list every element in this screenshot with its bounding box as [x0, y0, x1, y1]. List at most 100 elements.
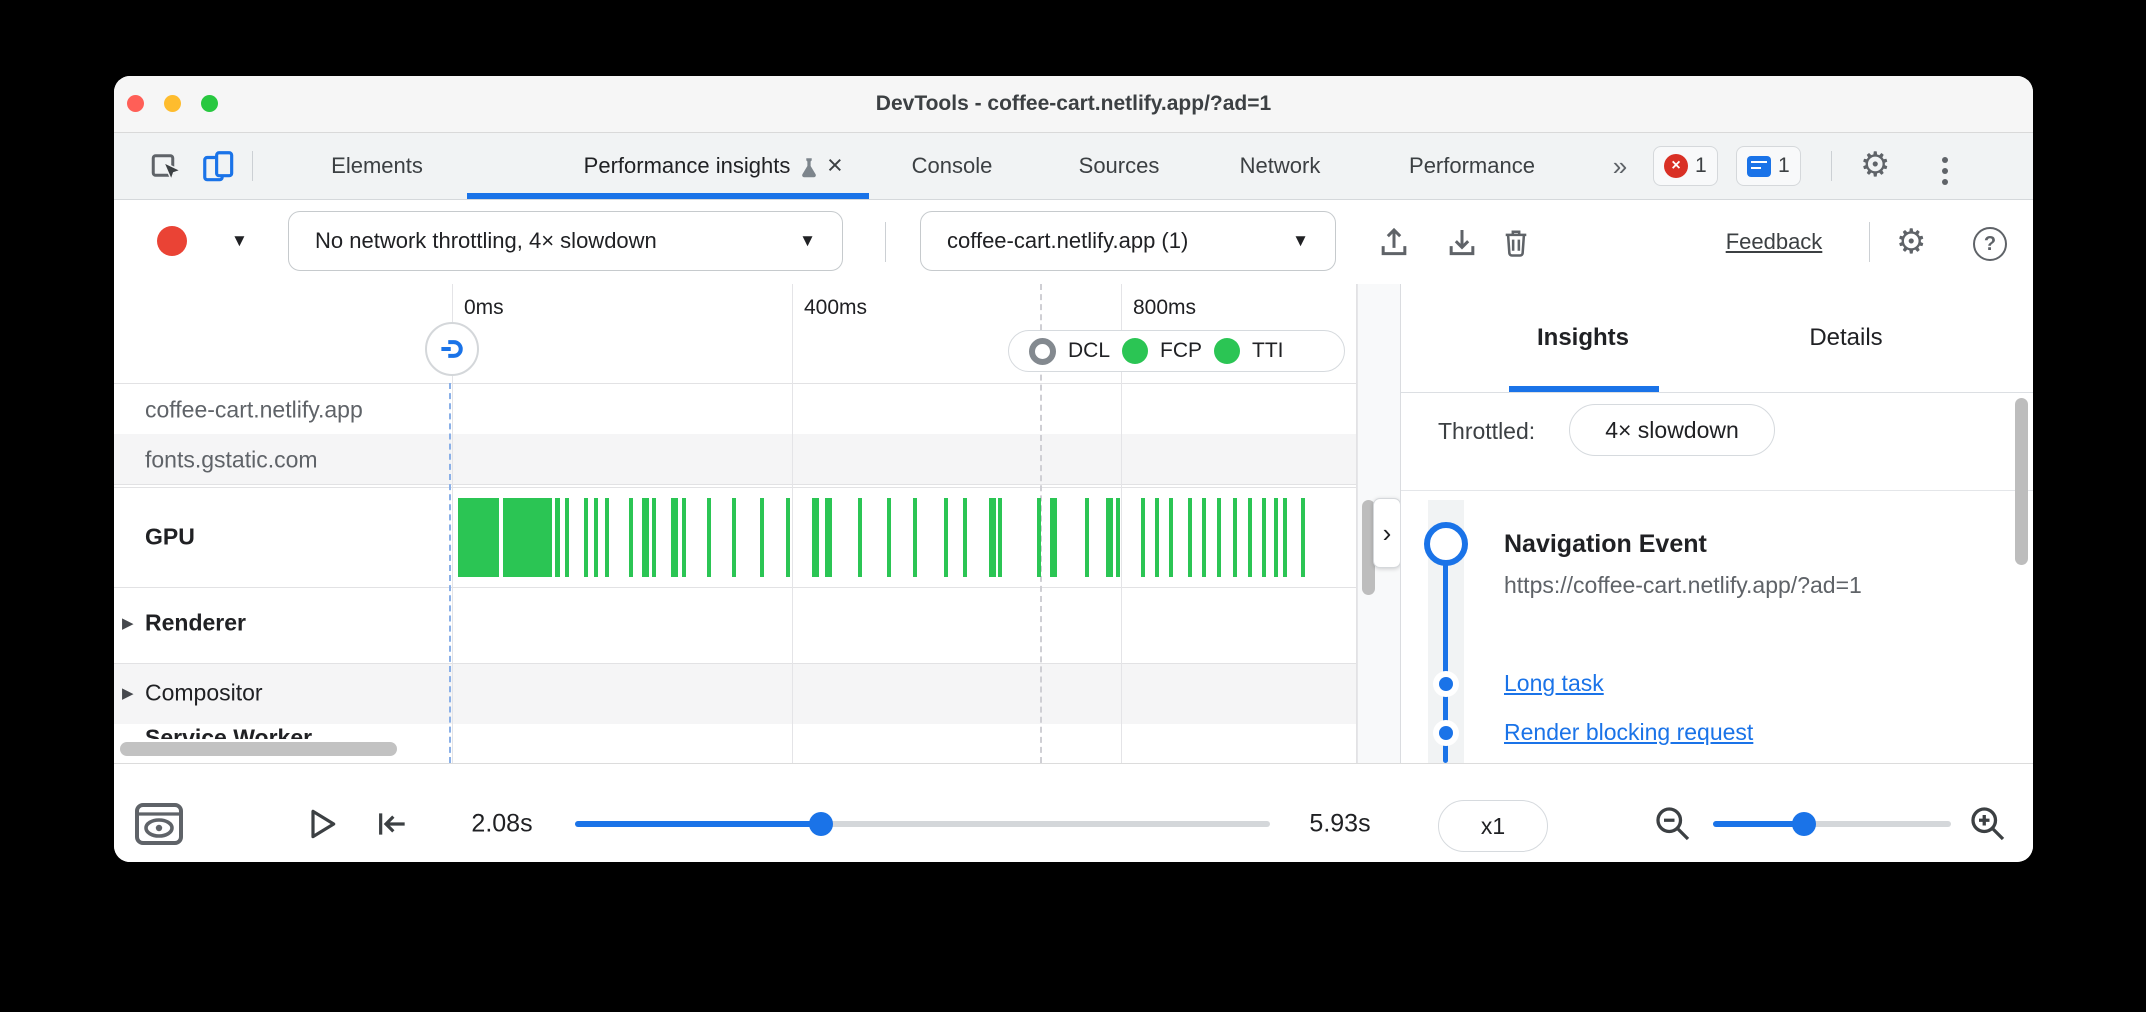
record-options-caret-icon[interactable]: ▼ [231, 231, 248, 251]
total-time-label: 5.93s [1309, 810, 1370, 839]
gpu-activity-bar [605, 498, 609, 577]
throttling-value: No network throttling, 4× slowdown [315, 228, 657, 254]
gpu-activity-bar [1202, 498, 1206, 577]
close-tab-icon[interactable]: × [827, 150, 843, 181]
panel-scrollbar[interactable] [2015, 398, 2028, 565]
fcp-label: FCP [1160, 339, 1202, 363]
feedback-link[interactable]: Feedback [1726, 229, 1823, 255]
divider [114, 663, 1357, 664]
dcl-marker-icon [1029, 338, 1056, 365]
gpu-activity-bar [565, 498, 569, 577]
track-label-renderer[interactable]: Renderer [145, 610, 246, 637]
divider [114, 383, 1357, 384]
more-tabs-icon[interactable]: » [1613, 133, 1627, 199]
fcp-marker-icon [1122, 338, 1148, 364]
download-trace-icon[interactable] [1442, 222, 1482, 262]
divider [1401, 490, 2033, 491]
gpu-activity-track[interactable] [455, 498, 1355, 577]
horizontal-scrollbar[interactable] [120, 742, 397, 756]
chevron-down-icon: ▼ [1292, 231, 1309, 251]
gpu-activity-bar [671, 498, 678, 577]
expander-triangle-icon[interactable]: ▶ [122, 684, 134, 702]
divider [885, 222, 886, 262]
kebab-menu-icon[interactable] [1942, 157, 1948, 185]
gpu-activity-bar [732, 498, 736, 577]
track-label-compositor[interactable]: Compositor [145, 680, 263, 707]
long-task-link[interactable]: Long task [1504, 670, 1604, 697]
page-select-value: coffee-cart.netlify.app (1) [947, 228, 1188, 254]
track-label-main-frame[interactable]: coffee-cart.netlify.app [145, 397, 363, 424]
settings-gear-icon[interactable]: ⚙ [1860, 148, 1890, 182]
upload-trace-icon[interactable] [1374, 222, 1414, 262]
track-label-fonts[interactable]: fonts.gstatic.com [145, 447, 318, 474]
gpu-activity-bar [1106, 498, 1113, 577]
gpu-activity-bar [1085, 498, 1089, 577]
tab-performance[interactable]: Performance [1409, 133, 1535, 199]
navigation-marker-badge[interactable] [425, 322, 479, 376]
clipped-track-row: Service Worker [114, 724, 444, 739]
zoom-out-icon[interactable] [1652, 803, 1694, 845]
play-icon[interactable] [301, 804, 341, 844]
preview-screenshots-icon[interactable] [133, 801, 185, 847]
tab-sources[interactable]: Sources [1079, 133, 1160, 199]
render-blocking-request-link[interactable]: Render blocking request [1504, 719, 1753, 746]
message-icon [1747, 156, 1771, 177]
tab-performance-insights[interactable]: Performance insights [584, 133, 791, 199]
device-toolbar-icon[interactable] [200, 148, 238, 186]
expander-triangle-icon[interactable]: ▶ [122, 614, 134, 632]
zoom-slider-fill [1713, 821, 1804, 827]
tab-insights[interactable]: Insights [1537, 284, 1629, 392]
track-label-service-worker[interactable]: Service Worker [145, 725, 312, 740]
delete-trace-icon[interactable] [1497, 223, 1535, 261]
gpu-activity-bar [998, 498, 1002, 577]
gpu-activity-bar [642, 498, 649, 577]
gpu-activity-bar [887, 498, 891, 577]
gpu-activity-bar [1233, 498, 1237, 577]
dcl-label: DCL [1068, 339, 1110, 363]
divider [114, 484, 1357, 485]
window-title: DevTools - coffee-cart.netlify.app/?ad=1 [114, 76, 2033, 132]
gpu-activity-bar [760, 498, 764, 577]
performance-toolbar: ▼ No network throttling, 4× slowdown ▼ c… [114, 200, 2033, 285]
devtools-tab-bar: Elements Performance insights × Console … [114, 133, 2033, 200]
navigation-event-ring-icon[interactable] [1424, 522, 1468, 566]
panel-settings-gear-icon[interactable]: ⚙ [1896, 225, 1926, 259]
navigation-start-line [449, 383, 451, 763]
divider [1401, 392, 2033, 393]
track-label-gpu[interactable]: GPU [145, 524, 195, 551]
gpu-activity-bar [858, 498, 862, 577]
gpu-activity-bar [555, 498, 560, 577]
throttled-value-pill: 4× slowdown [1569, 404, 1775, 456]
playback-bar: 2.08s 5.93s x1 [114, 764, 2033, 862]
track-row-stripe [114, 663, 1357, 724]
desktop-background: { "window": { "title": "DevTools - coffe… [0, 0, 2146, 1012]
help-icon[interactable]: ? [1973, 227, 2007, 261]
gpu-activity-bar [629, 498, 633, 577]
tab-details[interactable]: Details [1809, 284, 1882, 392]
error-count: 1 [1695, 154, 1707, 178]
gpu-activity-bar [944, 498, 948, 577]
playhead-slider-thumb[interactable] [809, 812, 833, 836]
tab-console[interactable]: Console [912, 133, 993, 199]
zoom-slider-thumb[interactable] [1792, 812, 1816, 836]
tti-label: TTI [1252, 339, 1284, 363]
tab-elements[interactable]: Elements [331, 133, 423, 199]
issues-count-badge[interactable]: 1 [1736, 146, 1801, 186]
playback-speed-pill[interactable]: x1 [1438, 800, 1548, 852]
gpu-activity-bar [1188, 498, 1192, 577]
collapse-panel-button[interactable]: › [1373, 498, 1401, 568]
zoom-in-icon[interactable] [1967, 803, 2009, 845]
throttling-select[interactable]: No network throttling, 4× slowdown ▼ [288, 211, 843, 271]
page-select[interactable]: coffee-cart.netlify.app (1) ▼ [920, 211, 1336, 271]
gpu-activity-bar [1274, 498, 1278, 577]
gpu-activity-bar [825, 498, 832, 577]
skip-to-start-icon[interactable] [370, 804, 410, 844]
tab-network[interactable]: Network [1240, 133, 1321, 199]
gpu-activity-bar [1141, 498, 1145, 577]
inspect-element-icon[interactable] [148, 149, 184, 185]
tick-label-400ms: 400ms [804, 296, 867, 320]
gpu-activity-bar [1217, 498, 1221, 577]
gpu-activity-bar [989, 498, 996, 577]
error-count-badge[interactable]: × 1 [1653, 146, 1718, 186]
record-button[interactable] [157, 226, 187, 256]
